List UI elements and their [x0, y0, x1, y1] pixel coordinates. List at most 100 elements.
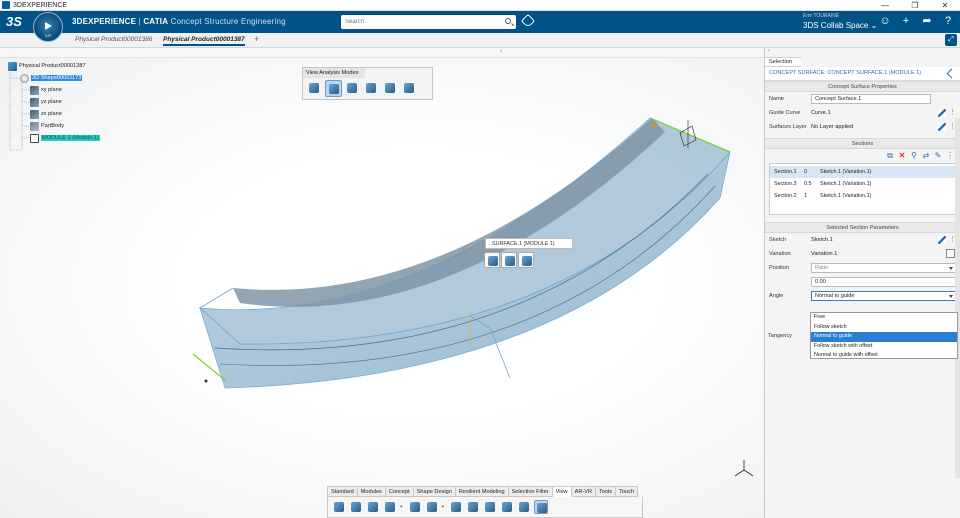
- add-tab-button[interactable]: +: [254, 34, 259, 44]
- section-name: Section.2: [774, 193, 797, 199]
- edit-icon[interactable]: [484, 252, 500, 268]
- variation-label: Variation: [769, 251, 791, 257]
- search-box: [341, 15, 516, 29]
- tab-resilient-modeling[interactable]: Resilient Modeling: [455, 486, 509, 497]
- edit-section-icon[interactable]: ✎: [934, 152, 942, 160]
- play-icon: [45, 22, 52, 30]
- collab-space-selector[interactable]: 3DS Collab Space ⌄: [803, 21, 877, 30]
- sketch-row: Sketch Sketch.1 ⋮: [765, 233, 960, 247]
- axis-triad-icon: [734, 460, 754, 477]
- app-header: 3S V,R 3DEXPERIENCE | CATIA Concept Stru…: [0, 11, 960, 42]
- tab-selection-filter[interactable]: Selection Filter: [508, 486, 553, 497]
- ratio-row: 0.00: [765, 275, 960, 289]
- name-row: Name Concept Surface.1: [765, 92, 960, 106]
- ambience-icon[interactable]: [500, 500, 514, 514]
- list-item[interactable]: Section.1 0 Sketch.1 (Variation.1): [770, 166, 955, 178]
- variation-checkbox[interactable]: [946, 249, 955, 258]
- angle-option-follow-sketch[interactable]: Follow sketch: [811, 323, 957, 333]
- tab-touch[interactable]: Touch: [616, 486, 639, 497]
- ratio-input[interactable]: 0.00: [811, 277, 957, 287]
- fit-all-icon[interactable]: [383, 500, 397, 514]
- delete-section-icon[interactable]: ✕: [898, 152, 906, 160]
- compass-button[interactable]: V,R: [33, 12, 63, 42]
- view-mode-dropdown-icon[interactable]: ▾: [442, 504, 445, 510]
- app-title: 3DEXPERIENCE | CATIA Concept Structure E…: [72, 17, 286, 26]
- 3d-viewport[interactable]: ‹ Physical Product00001387 3D Shape00001…: [0, 48, 764, 518]
- edit-pen-icon[interactable]: [938, 123, 946, 131]
- panel-collapse-icon[interactable]: ›: [765, 48, 960, 57]
- capture-icon[interactable]: [408, 500, 422, 514]
- lighting-icon[interactable]: [517, 500, 531, 514]
- tab-standard[interactable]: Standard: [327, 486, 358, 497]
- window-controls: — ❐ ✕: [870, 0, 960, 11]
- pan-icon[interactable]: [349, 500, 363, 514]
- minimize-button[interactable]: —: [870, 0, 900, 11]
- more-options-icon[interactable]: ⋮: [949, 108, 956, 116]
- angle-option-follow-sketch-offset[interactable]: Follow sketch with offset: [811, 342, 957, 352]
- copy-section-icon[interactable]: ⧉: [886, 152, 894, 160]
- tab-product-1386[interactable]: Physical Product00001386: [75, 36, 152, 43]
- tab-product-1387[interactable]: Physical Product00001387: [163, 36, 245, 46]
- selection-mode-icon[interactable]: [534, 500, 549, 514]
- tab-modules[interactable]: Modules: [357, 486, 386, 497]
- section-position: 0.5: [804, 181, 812, 187]
- more-options-icon[interactable]: ⋮: [946, 152, 954, 160]
- edit-pen-icon[interactable]: [938, 109, 946, 117]
- share-icon[interactable]: ➦: [921, 15, 933, 27]
- view-mode-icon[interactable]: [425, 500, 439, 514]
- guide-curve-row: Guide Curve Curve.1 ⋮: [765, 106, 960, 120]
- tab-view[interactable]: View: [552, 486, 572, 497]
- zoom-icon[interactable]: [332, 500, 346, 514]
- angle-option-normal-to-guide-offset[interactable]: Normal to guide with offset: [811, 351, 957, 361]
- surfaces-layer-label: Surfaces Layer: [769, 124, 807, 130]
- profile-icon[interactable]: ☺: [879, 15, 891, 27]
- add-icon[interactable]: +: [900, 15, 912, 27]
- concept-surface-geometry[interactable]: [0, 48, 764, 518]
- maximize-button[interactable]: ❐: [900, 0, 930, 11]
- tab-concept[interactable]: Concept: [385, 486, 414, 497]
- swap-section-icon[interactable]: ⇄: [922, 152, 930, 160]
- action-bar: Standard Modules Concept Shape Design Re…: [327, 486, 643, 518]
- panel-scrollbar[interactable]: [955, 118, 960, 478]
- axis-icon[interactable]: [518, 252, 534, 268]
- tab-tools[interactable]: Tools: [596, 486, 617, 497]
- help-icon[interactable]: ?: [942, 15, 954, 27]
- position-row: Position Ratio: [765, 261, 960, 275]
- name-field[interactable]: Concept Surface.1: [811, 94, 931, 104]
- pick-icon[interactable]: [946, 68, 957, 79]
- angle-option-free[interactable]: Free: [811, 313, 957, 323]
- position-select[interactable]: Ratio: [811, 263, 957, 273]
- edit-sketch-icon[interactable]: [938, 236, 946, 244]
- ds-logo-icon: 3S: [6, 14, 22, 29]
- hide-show-icon[interactable]: [466, 500, 480, 514]
- compass-label: V,R: [44, 33, 52, 38]
- list-item[interactable]: Section.2 1 Sketch.1 (Variation.1): [770, 190, 955, 202]
- angle-select[interactable]: Normal to guide: [811, 291, 957, 301]
- shading-icon[interactable]: [449, 500, 463, 514]
- sections-title: Sections: [765, 138, 960, 149]
- tab-selection[interactable]: Selection: [765, 57, 801, 67]
- search-icon[interactable]: [505, 18, 511, 24]
- app-logo-icon: [2, 1, 10, 9]
- tab-ar-vr[interactable]: AR-VR: [571, 486, 597, 497]
- search-input[interactable]: [341, 15, 491, 29]
- angle-option-normal-to-guide[interactable]: Normal to guide: [811, 332, 957, 342]
- tab-shape-design[interactable]: Shape Design: [413, 486, 456, 497]
- section-icon[interactable]: [501, 252, 517, 268]
- angle-dropdown-list: Free Follow sketch Normal to guide Follo…: [810, 312, 958, 359]
- tag-icon[interactable]: [520, 13, 536, 29]
- guide-curve-label: Guide Curve: [769, 110, 801, 116]
- fit-dropdown-icon[interactable]: ▾: [400, 504, 403, 510]
- section-sketch: Sketch.1 (Variation.1): [820, 181, 872, 187]
- add-section-icon[interactable]: ⚲: [910, 152, 918, 160]
- list-item[interactable]: Section.3 0.5 Sketch.1 (Variation.1): [770, 178, 955, 190]
- rotate-icon[interactable]: [366, 500, 380, 514]
- properties-panel: › Selection CONCEPT SURFACE: CONCEPT SUR…: [764, 48, 960, 518]
- section-sketch: Sketch.1 (Variation.1): [820, 169, 872, 175]
- os-title-bar: 3DEXPERIENCE — ❐ ✕: [0, 0, 960, 11]
- render-icon[interactable]: [483, 500, 497, 514]
- expand-icon[interactable]: ⤢: [945, 34, 957, 46]
- variation-value: Variation.1: [811, 251, 838, 257]
- close-button[interactable]: ✕: [930, 0, 960, 11]
- angle-select-value: Normal to guide: [815, 293, 855, 299]
